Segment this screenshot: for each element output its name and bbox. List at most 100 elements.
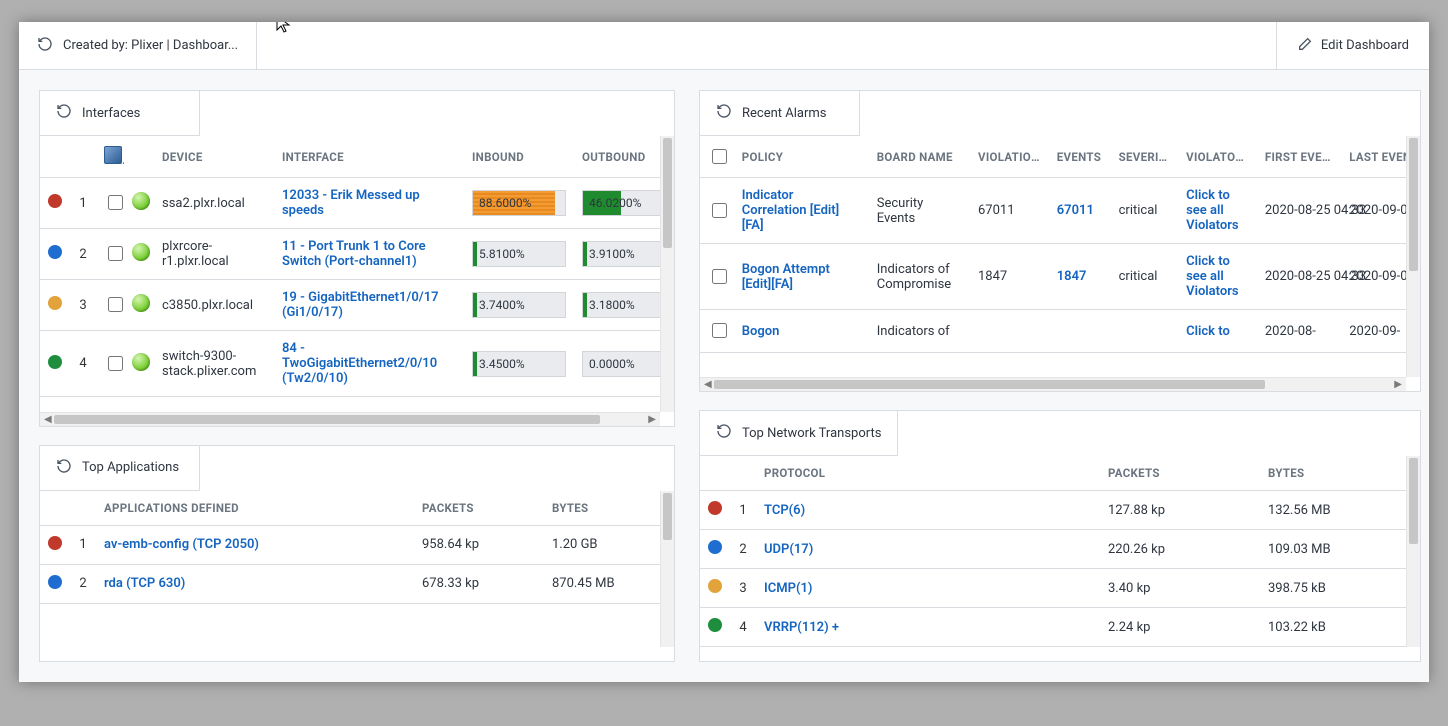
table-row[interactable]: Indicator Correlation [Edit][FA] Securit…: [700, 178, 1420, 244]
refresh-icon[interactable]: [56, 103, 72, 123]
hscrollbar[interactable]: ◀ ▶: [40, 412, 660, 426]
hscrollbar[interactable]: ◀ ▶: [700, 377, 1406, 391]
row-checkbox[interactable]: [108, 195, 123, 210]
packets-cell: 220.26 kp: [1100, 530, 1260, 569]
refresh-icon[interactable]: [56, 458, 72, 478]
packets-cell: 3.40 kp: [1100, 569, 1260, 608]
table-row[interactable]: 4 switch-9300-stack.plixer.com 84 - TwoG…: [40, 331, 674, 397]
severity-cell: [1111, 310, 1179, 353]
table-row[interactable]: Bogon Indicators of Click to 2020-08- 20…: [700, 310, 1420, 353]
vscrollbar[interactable]: [1406, 456, 1420, 647]
row-index: 1: [70, 178, 96, 229]
col-device[interactable]: DEVICE: [154, 136, 274, 178]
refresh-icon[interactable]: [37, 36, 53, 56]
interfaces-table: DEVICE INTERFACE INBOUND OUTBOUND 1 ssa2…: [40, 136, 674, 397]
app-link[interactable]: av-emb-config (TCP 2050): [104, 537, 259, 552]
table-row[interactable]: Bogon Attempt [Edit][FA] Indicators of C…: [700, 244, 1420, 310]
vscrollbar[interactable]: [1406, 136, 1420, 377]
first-event-cell: 2020-08-25 04:33: [1257, 244, 1341, 310]
row-index: 4: [70, 331, 96, 397]
row-checkbox[interactable]: [108, 246, 123, 261]
protocol-link[interactable]: TCP(6): [764, 503, 805, 518]
col-violators[interactable]: VIOLATORS: [1178, 136, 1257, 178]
row-index: 4: [730, 608, 756, 647]
edit-dashboard-button[interactable]: Edit Dashboard: [1276, 22, 1429, 69]
status-icon: [132, 353, 150, 371]
globe-icon: [104, 146, 122, 164]
events-link[interactable]: 67011: [1057, 203, 1094, 218]
color-dot: [708, 501, 722, 515]
board-cell: Indicators of: [869, 310, 970, 353]
color-dot: [48, 296, 62, 310]
col-board[interactable]: BOARD NAME: [869, 136, 970, 178]
status-icon: [132, 294, 150, 312]
col-bytes[interactable]: BYTES: [544, 491, 674, 526]
table-row[interactable]: 3 ICMP(1) 3.40 kp 398.75 kB: [700, 569, 1420, 608]
table-row[interactable]: 1 TCP(6) 127.88 kp 132.56 MB: [700, 491, 1420, 530]
apps-table: APPLICATIONS DEFINED PACKETS BYTES 1 av-…: [40, 491, 674, 604]
device-cell: ssa2.plxr.local: [154, 178, 274, 229]
interface-link[interactable]: 12033 - Erik Messed up speeds: [282, 188, 420, 218]
color-dot: [48, 575, 62, 589]
table-row[interactable]: 2 UDP(17) 220.26 kp 109.03 MB: [700, 530, 1420, 569]
interface-link[interactable]: 84 - TwoGigabitEthernet2/0/10 (Tw2/0/10): [282, 341, 437, 386]
row-checkbox[interactable]: [712, 203, 727, 218]
protocol-link[interactable]: ICMP(1): [764, 581, 812, 596]
row-checkbox[interactable]: [108, 356, 123, 371]
row-checkbox[interactable]: [712, 269, 727, 284]
select-all-checkbox[interactable]: [712, 149, 727, 164]
severity-cell: critical: [1111, 178, 1179, 244]
policy-link[interactable]: Indicator Correlation [Edit][FA]: [742, 188, 839, 233]
topbar-spacer: [257, 22, 1276, 69]
packets-cell: 2.24 kp: [1100, 608, 1260, 647]
col-app[interactable]: APPLICATIONS DEFINED: [96, 491, 414, 526]
table-row[interactable]: 2 plxrcore-r1.plxr.local 11 - Port Trunk…: [40, 229, 674, 280]
col-bytes[interactable]: BYTES: [1260, 456, 1420, 491]
interface-link[interactable]: 11 - Port Trunk 1 to Core Switch (Port-c…: [282, 239, 426, 269]
table-row[interactable]: 1 ssa2.plxr.local 12033 - Erik Messed up…: [40, 178, 674, 229]
board-cell: Security Events: [869, 178, 970, 244]
policy-link[interactable]: Bogon: [742, 324, 780, 339]
protocol-link[interactable]: UDP(17): [764, 542, 813, 557]
row-index: 1: [730, 491, 756, 530]
col-inbound[interactable]: INBOUND: [464, 136, 574, 178]
violators-link[interactable]: Click to: [1186, 324, 1230, 339]
protocol-link[interactable]: VRRP(112) +: [764, 620, 839, 635]
events-link[interactable]: 1847: [1057, 269, 1087, 284]
table-row[interactable]: 1 av-emb-config (TCP 2050) 958.64 kp 1.2…: [40, 525, 674, 564]
table-row[interactable]: 4 VRRP(112) + 2.24 kp 103.22 kB: [700, 608, 1420, 647]
board-cell: Indicators of Compromise: [869, 244, 970, 310]
severity-cell: critical: [1111, 244, 1179, 310]
col-violations[interactable]: VIOLATIONS: [970, 136, 1049, 178]
col-severity[interactable]: SEVERITY: [1111, 136, 1179, 178]
violators-link[interactable]: Click to see all Violators: [1186, 254, 1238, 299]
app-link[interactable]: rda (TCP 630): [104, 576, 185, 591]
policy-link[interactable]: Bogon Attempt [Edit][FA]: [742, 262, 830, 292]
col-packets[interactable]: PACKETS: [1100, 456, 1260, 491]
table-row[interactable]: 2 rda (TCP 630) 678.33 kp 870.45 MB: [40, 564, 674, 603]
col-first[interactable]: FIRST EVENT: [1257, 136, 1341, 178]
table-row[interactable]: 3 c3850.plxr.local 19 - GigabitEthernet1…: [40, 280, 674, 331]
alarms-title: Recent Alarms: [742, 106, 827, 121]
refresh-icon[interactable]: [716, 103, 732, 123]
col-events[interactable]: EVENTS: [1049, 136, 1111, 178]
progress-bar: 3.9100%: [582, 241, 666, 267]
col-protocol[interactable]: PROTOCOL: [756, 456, 1100, 491]
col-interface[interactable]: INTERFACE: [274, 136, 464, 178]
bytes-cell: 1.20 GB: [544, 525, 674, 564]
violators-link[interactable]: Click to see all Violators: [1186, 188, 1238, 233]
row-checkbox[interactable]: [108, 297, 123, 312]
top-apps-title: Top Applications: [82, 460, 179, 475]
refresh-icon[interactable]: [716, 423, 732, 443]
row-index: 1: [70, 525, 96, 564]
interface-link[interactable]: 19 - GigabitEthernet1/0/17 (Gi1/0/17): [282, 290, 439, 320]
interfaces-header: Interfaces: [40, 91, 200, 136]
packets-cell: 958.64 kp: [414, 525, 544, 564]
col-outbound[interactable]: OUTBOUND: [574, 136, 674, 178]
vscrollbar[interactable]: [660, 136, 674, 412]
row-checkbox[interactable]: [712, 323, 727, 338]
vscrollbar[interactable]: [660, 491, 674, 647]
breadcrumb[interactable]: Created by: Plixer | Dashboar...: [19, 22, 257, 69]
col-policy[interactable]: POLICY: [734, 136, 869, 178]
col-packets[interactable]: PACKETS: [414, 491, 544, 526]
